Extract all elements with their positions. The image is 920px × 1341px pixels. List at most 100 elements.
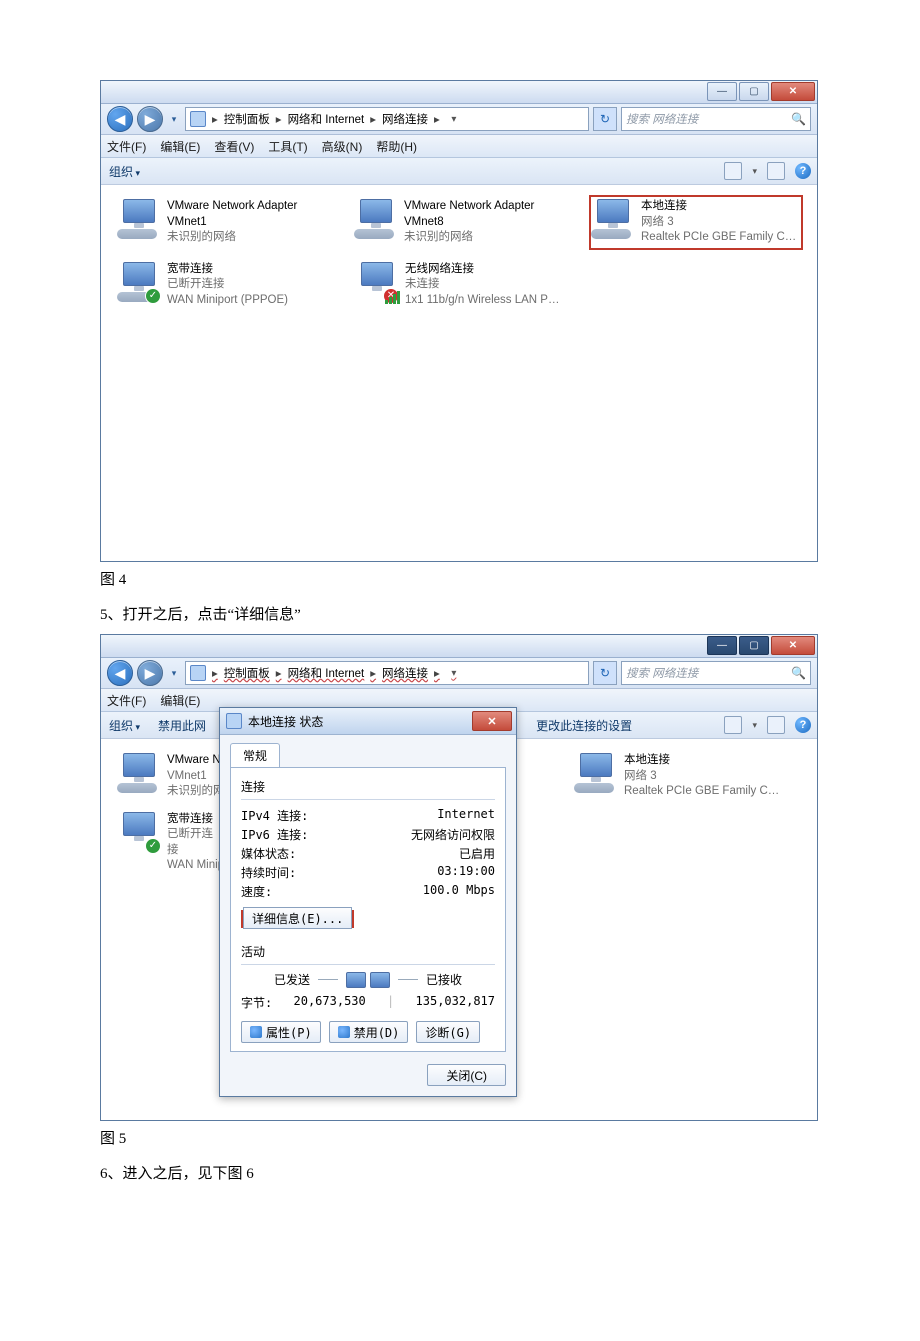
tab-general[interactable]: 常规 (230, 743, 280, 767)
connection-name: VMware N (167, 753, 225, 769)
minimize-button[interactable]: — (707, 82, 737, 101)
diagnose-button[interactable]: 诊断(G) (416, 1021, 480, 1043)
location-icon (190, 111, 206, 127)
connection-broadband-partial[interactable]: ✓ 宽带连接 已断开连接 WAN Minip (115, 808, 214, 878)
close-button[interactable]: ✕ (771, 636, 815, 655)
duration-label: 持续时间: (241, 864, 361, 881)
connection-device: Realtek PCIe GBE Family Contr... (641, 230, 801, 246)
history-dropdown[interactable]: ▾ (167, 661, 181, 685)
dialog-titlebar: 本地连接 状态 ✕ (220, 708, 516, 735)
network-adapter-icon (123, 812, 155, 836)
connection-broadband[interactable]: ✓ 宽带连接 已断开连接 WAN Miniport (PPPOE) (115, 258, 329, 313)
connection-lan-highlighted[interactable]: 本地连接 网络 3 Realtek PCIe GBE Family Contr.… (589, 195, 803, 250)
preview-pane-button[interactable] (767, 162, 785, 180)
window-network-connections-fig4: — ▢ ✕ ◀ ▶ ▾ ▸ 控制面板 ▸ 网络和 Internet ▸ 网络连接… (100, 80, 818, 562)
step-5-text: 5、打开之后，点击“详细信息” (100, 603, 820, 624)
search-icon: 🔍 (791, 666, 806, 680)
wifi-bars-icon (385, 290, 401, 304)
menu-tools[interactable]: 工具(T) (268, 138, 307, 155)
menu-view[interactable]: 查看(V) (214, 138, 254, 155)
connection-vmnet1[interactable]: VMware Network Adapter VMnet1 未识别的网络 (115, 195, 328, 250)
forward-button[interactable]: ▶ (137, 660, 163, 686)
properties-button[interactable]: 属性(P) (241, 1021, 321, 1043)
menu-file[interactable]: 文件(F) (107, 692, 146, 709)
forward-button[interactable]: ▶ (137, 106, 163, 132)
refresh-button[interactable]: ↻ (593, 107, 617, 131)
shield-icon (338, 1026, 350, 1038)
connection-name: 宽带连接 (167, 812, 224, 828)
window-network-connections-fig5: — ▢ ✕ ◀ ▶ ▾ ▸ 控制面板 ▸ 网络和 Internet ▸ 网络连接… (100, 634, 818, 1121)
dialog-icon (226, 713, 242, 729)
dialog-close-button[interactable]: ✕ (472, 711, 512, 731)
close-button[interactable]: 关闭(C) (427, 1064, 506, 1086)
disable-button[interactable]: 禁用(D) (329, 1021, 409, 1043)
organize-button[interactable]: 组织 (109, 717, 140, 734)
ok-badge-icon: ✓ (145, 838, 161, 854)
crumb-network-connections[interactable]: 网络连接 (382, 111, 428, 127)
ipv4-value: Internet (361, 807, 495, 824)
preview-pane-button[interactable] (767, 716, 785, 734)
connection-status: 未识别的网络 (404, 230, 563, 246)
address-dropdown[interactable]: ▾ (446, 114, 462, 125)
view-mode-button[interactable] (724, 162, 742, 180)
refresh-button[interactable]: ↻ (593, 661, 617, 685)
network-adapter-icon (361, 262, 393, 286)
ipv6-label: IPv6 连接: (241, 826, 361, 843)
figure-5-caption: 图 5 (100, 1127, 820, 1148)
connection-name: VMware Network Adapter VMnet1 (167, 199, 326, 230)
shield-icon (250, 1026, 262, 1038)
menu-help[interactable]: 帮助(H) (376, 138, 417, 155)
connection-name: VMware Network Adapter VMnet8 (404, 199, 563, 230)
connection-vmnet8[interactable]: VMware Network Adapter VMnet8 未识别的网络 (352, 195, 565, 250)
close-button[interactable]: ✕ (771, 82, 815, 101)
back-button[interactable]: ◀ (107, 106, 133, 132)
titlebar: — ▢ ✕ (101, 81, 817, 104)
organize-button[interactable]: 组织 (109, 163, 140, 180)
crumb-network-connections[interactable]: 网络连接 (382, 665, 428, 681)
crumb-network-internet[interactable]: 网络和 Internet (288, 111, 365, 127)
crumb-control-panel[interactable]: 控制面板 (224, 111, 270, 127)
network-adapter-icon (123, 262, 155, 286)
connection-vmnet1-partial[interactable]: VMware N VMnet1 未识别的网 (115, 749, 214, 804)
search-icon: 🔍 (791, 112, 806, 126)
view-mode-button[interactable] (724, 716, 742, 734)
connection-status: 已断开连接 (167, 827, 224, 858)
crumb-control-panel[interactable]: 控制面板 (224, 665, 270, 681)
search-placeholder: 搜索 网络连接 (626, 665, 698, 681)
address-dropdown[interactable]: ▾ (446, 668, 462, 679)
network-adapter-icon (123, 753, 155, 777)
address-bar[interactable]: ▸ 控制面板 ▸ 网络和 Internet ▸ 网络连接 ▸ ▾ (185, 107, 589, 131)
received-label: 已接收 (426, 971, 462, 988)
speed-label: 速度: (241, 883, 361, 900)
connection-status: 未识别的网 (167, 784, 225, 800)
connection-status: 未连接 (405, 277, 565, 293)
history-dropdown[interactable]: ▾ (167, 107, 181, 131)
minimize-button[interactable]: — (707, 636, 737, 655)
ok-badge-icon: ✓ (145, 288, 161, 304)
menu-edit[interactable]: 编辑(E) (160, 692, 200, 709)
search-input[interactable]: 搜索 网络连接 🔍 (621, 107, 811, 131)
ipv4-label: IPv4 连接: (241, 807, 361, 824)
network-adapter-icon (597, 199, 629, 223)
menu-edit[interactable]: 编辑(E) (160, 138, 200, 155)
address-bar[interactable]: ▸ 控制面板 ▸ 网络和 Internet ▸ 网络连接 ▸ ▾ (185, 661, 589, 685)
details-button[interactable]: 详细信息(E)... (243, 907, 352, 929)
step-6-text: 6、进入之后，见下图 6 (100, 1162, 820, 1183)
change-settings-button[interactable]: 更改此连接的设置 (536, 717, 632, 734)
status-dialog: 本地连接 状态 ✕ 常规 连接 IPv4 连接:Internet IPv6 连接… (219, 707, 517, 1097)
received-bytes: 135,032,817 (416, 994, 495, 1011)
figure-4-caption: 图 4 (100, 568, 820, 589)
search-input[interactable]: 搜索 网络连接 🔍 (621, 661, 811, 685)
maximize-button[interactable]: ▢ (739, 636, 769, 655)
menu-file[interactable]: 文件(F) (107, 138, 146, 155)
disable-adapter-button[interactable]: 禁用此网 (158, 717, 206, 734)
connection-wlan[interactable]: ✕ 无线网络连接 未连接 1x1 11b/g/n Wireless LAN PC… (353, 258, 567, 313)
connection-name: 无线网络连接 (405, 262, 565, 278)
help-button[interactable]: ? (795, 717, 811, 733)
connection-lan[interactable]: 本地连接 网络 3 Realtek PCIe GBE Family Contr.… (572, 749, 786, 804)
maximize-button[interactable]: ▢ (739, 82, 769, 101)
help-button[interactable]: ? (795, 163, 811, 179)
menu-advanced[interactable]: 高级(N) (322, 138, 363, 155)
back-button[interactable]: ◀ (107, 660, 133, 686)
crumb-network-internet[interactable]: 网络和 Internet (288, 665, 365, 681)
